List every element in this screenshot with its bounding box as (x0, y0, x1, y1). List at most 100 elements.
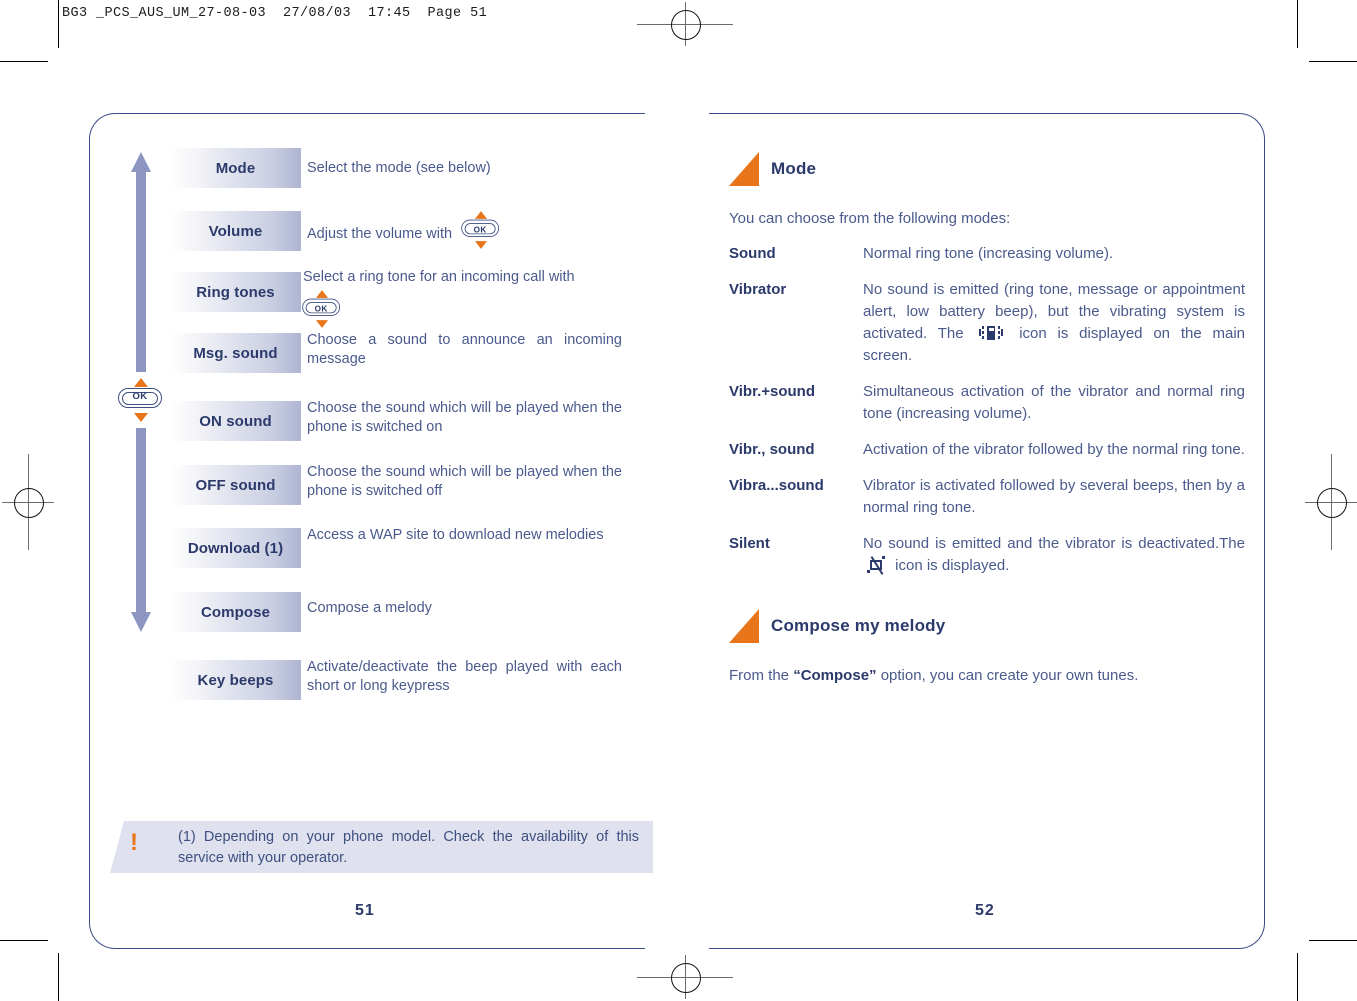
triangle-down-icon (475, 241, 488, 249)
footnote-text: (1) Depending on your phone model. Check… (178, 827, 639, 869)
menu-item-msg-sound[interactable]: Msg. sound (170, 333, 301, 373)
description-text: Access a WAP site to download new melodi… (307, 527, 604, 543)
menu-item-volume[interactable]: Volume (170, 211, 301, 251)
menu-row: Volume Adjust the volume with OK (170, 203, 630, 257)
triangle-down-icon (315, 320, 329, 328)
compose-text-after: option, you can create your own tunes. (876, 667, 1139, 684)
menu-item-key-beeps[interactable]: Key beeps (170, 660, 301, 700)
compose-description: From the “Compose” option, you can creat… (729, 665, 1245, 687)
right-page-content: Mode You can choose from the following m… (729, 152, 1245, 687)
menu-row: Compose Compose a melody (170, 587, 630, 641)
menu-item-label: Download (1) (187, 539, 284, 557)
description-text: Activate/deactivate the beep played with… (307, 659, 622, 694)
section-header-compose: Compose my melody (729, 609, 1245, 643)
menu-row: OFF sound Choose the sound which will be… (170, 460, 630, 515)
description-text: Select the mode (see below) (307, 160, 491, 176)
menu-item-compose[interactable]: Compose (170, 592, 301, 632)
registration-mark-left (2, 454, 54, 550)
warning-exclamation-icon: ! (130, 829, 138, 856)
menu-item-label: Mode (215, 159, 256, 177)
description-text: Choose the sound which will be played wh… (307, 464, 622, 499)
mode-term: Vibrator (729, 281, 787, 298)
compose-option-name: “Compose” (793, 667, 877, 684)
triangle-up-icon (134, 378, 148, 387)
page-number-left: 51 (355, 902, 375, 919)
mode-definition: Vibrator is activated followed by severa… (863, 475, 1245, 519)
mode-definition-text-after: icon is displayed. (891, 557, 1010, 574)
mode-row-silent: Silent No sound is emitted and the vibra… (729, 533, 1245, 577)
menu-item-mode[interactable]: Mode (170, 148, 301, 188)
triangle-down-icon (134, 413, 148, 422)
section-title: Mode (771, 159, 817, 178)
mode-term: Vibra...sound (729, 477, 824, 494)
mode-term: Silent (729, 535, 770, 552)
mode-definition-text: Simultaneous activation of the vibrator … (863, 383, 1245, 422)
menu-item-download[interactable]: Download (1) (170, 528, 301, 568)
mode-definition-text: Activation of the vibrator followed by t… (863, 441, 1245, 458)
mode-definition: Activation of the vibrator followed by t… (863, 439, 1245, 461)
menu-item-description: Access a WAP site to download new melodi… (307, 525, 630, 545)
menu-item-description: Select the mode (see below) (307, 148, 630, 178)
menu-row: Key beeps Activate/deactivate the beep p… (170, 651, 630, 701)
crop-mark-tl-v (58, 0, 59, 48)
ok-navigation-key-inline[interactable]: OK (302, 290, 342, 328)
menu-item-description: Activate/deactivate the beep played with… (307, 651, 630, 696)
arrow-up-icon (131, 152, 151, 172)
mode-definition: Simultaneous activation of the vibrator … (863, 381, 1245, 425)
menu-item-label: ON sound (199, 412, 272, 430)
triangle-up-icon (475, 211, 488, 219)
mode-row-sound: Sound Normal ring tone (increasing volum… (729, 243, 1245, 265)
ok-key-label: OK (314, 304, 328, 314)
footnote-box: ! (1) Depending on your phone model. Che… (110, 821, 653, 873)
triangle-bullet-icon (729, 152, 759, 186)
menu-item-off-sound[interactable]: OFF sound (170, 465, 301, 505)
triangle-up-icon (315, 290, 329, 298)
mode-row-vibr-comma-sound: Vibr., sound Activation of the vibrator … (729, 439, 1245, 461)
menu-item-label: Key beeps (197, 671, 274, 689)
ok-navigation-key-inline[interactable]: OK (461, 211, 501, 249)
triangle-bullet-icon (729, 609, 759, 643)
ok-key-label: OK (473, 225, 487, 235)
menu-item-label: Compose (200, 603, 271, 621)
crop-mark-br-v (1297, 953, 1298, 1001)
menu-item-description: Choose the sound which will be played wh… (307, 395, 630, 437)
menu-item-description: Choose the sound which will be played wh… (307, 460, 630, 501)
mode-lead-text: You can choose from the following modes: (729, 210, 1011, 227)
menu-row: ON sound Choose the sound which will be … (170, 395, 630, 450)
file-slug-header: BG3 _PCS_AUS_UM_27-08-03 27/08/03 17:45 … (62, 6, 488, 21)
page-number-right: 52 (975, 902, 995, 919)
registration-mark-bottom (637, 955, 733, 999)
mode-definition-text: Normal ring tone (increasing volume). (863, 245, 1114, 262)
menu-item-label: OFF sound (195, 476, 276, 494)
mode-term: Vibr.+sound (729, 383, 815, 400)
crop-mark-tl-h (0, 61, 48, 62)
mode-term: Sound (729, 245, 776, 262)
mode-term: Vibr., sound (729, 441, 815, 458)
mode-row-vibr-plus-sound: Vibr.+sound Simultaneous activation of t… (729, 381, 1245, 425)
menu-row: Mode Select the mode (see below) (170, 148, 630, 193)
crop-mark-tr-h (1309, 61, 1357, 62)
description-text: Select a ring tone for an incoming call … (303, 269, 575, 285)
sound-settings-menu: Mode Select the mode (see below) Volume … (170, 148, 630, 711)
mode-definition: No sound is emitted (ring tone, message … (863, 279, 1245, 367)
section-header-mode: Mode (729, 152, 1245, 186)
menu-row: Msg. sound Choose a sound to announce an… (170, 331, 630, 385)
crop-mark-bl-h (0, 940, 48, 941)
menu-item-description: Compose a melody (307, 587, 630, 618)
description-text: Choose the sound which will be played wh… (307, 400, 622, 435)
mode-definition-text: No sound is emitted and the vibrator is … (863, 535, 1245, 552)
mode-definition-text: Vibrator is activated followed by severa… (863, 477, 1245, 516)
mode-row-vibrator: Vibrator No sound is emitted (ring tone,… (729, 279, 1245, 367)
section-title: Compose my melody (771, 616, 946, 635)
crop-mark-bl-v (58, 953, 59, 1001)
ok-navigation-key[interactable]: OK (118, 378, 164, 422)
ok-key-label: OK (132, 390, 148, 402)
menu-item-description: Adjust the volume with OK (307, 203, 630, 252)
mode-definition: Normal ring tone (increasing volume). (863, 243, 1245, 265)
menu-item-ring-tones[interactable]: Ring tones (170, 272, 301, 312)
menu-item-on-sound[interactable]: ON sound (170, 401, 301, 441)
mode-definition: No sound is emitted and the vibrator is … (863, 533, 1245, 577)
menu-item-description: Choose a sound to announce an incoming m… (307, 331, 630, 369)
mode-row-vibra-sound: Vibra...sound Vibrator is activated foll… (729, 475, 1245, 519)
registration-mark-right (1305, 454, 1357, 550)
